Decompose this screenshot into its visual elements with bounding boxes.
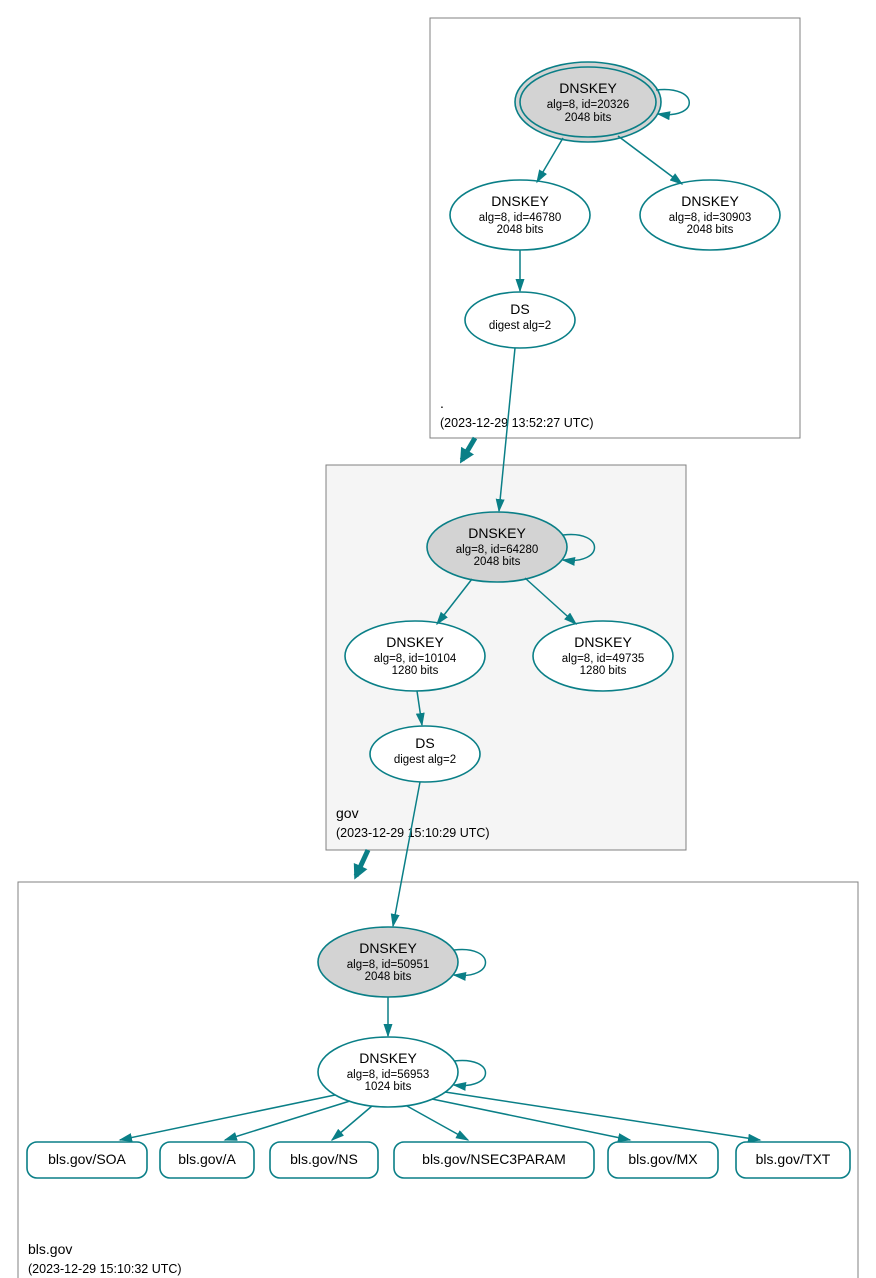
svg-text:alg=8, id=56953: alg=8, id=56953 bbox=[347, 1069, 430, 1081]
svg-text:1024 bits: 1024 bits bbox=[365, 1081, 412, 1093]
svg-text:DNSKEY: DNSKEY bbox=[491, 193, 549, 209]
svg-text:2048 bits: 2048 bits bbox=[474, 556, 521, 568]
svg-text:2048 bits: 2048 bits bbox=[687, 224, 734, 236]
svg-text:1280 bits: 1280 bits bbox=[392, 665, 439, 677]
blsgov-dnskey-bottom: DNSKEY alg=8, id=56953 1024 bits bbox=[318, 1037, 458, 1107]
svg-text:DNSKEY: DNSKEY bbox=[468, 525, 526, 541]
zone-blsgov: bls.gov (2023-12-29 15:10:32 UTC) DNSKEY… bbox=[18, 882, 858, 1278]
zone-root-label: . bbox=[440, 395, 444, 411]
gov-dnskey-left: DNSKEY alg=8, id=10104 1280 bits bbox=[345, 621, 485, 691]
svg-text:DS: DS bbox=[415, 735, 434, 751]
svg-text:digest alg=2: digest alg=2 bbox=[489, 320, 551, 332]
leaf-nsec3param: bls.gov/NSEC3PARAM bbox=[394, 1142, 594, 1178]
svg-text:DNSKEY: DNSKEY bbox=[681, 193, 739, 209]
leaf-ns: bls.gov/NS bbox=[270, 1142, 378, 1178]
svg-text:alg=8, id=20326: alg=8, id=20326 bbox=[547, 99, 630, 111]
gov-ds: DS digest alg=2 bbox=[370, 726, 480, 782]
root-ds: DS digest alg=2 bbox=[465, 292, 575, 348]
svg-text:bls.gov/NS: bls.gov/NS bbox=[290, 1151, 358, 1167]
svg-text:1280 bits: 1280 bits bbox=[580, 665, 627, 677]
leaf-txt: bls.gov/TXT bbox=[736, 1142, 850, 1178]
svg-text:alg=8, id=46780: alg=8, id=46780 bbox=[479, 212, 562, 224]
dnssec-diagram: . (2023-12-29 13:52:27 UTC) DNSKEY alg=8… bbox=[0, 0, 876, 1278]
zone-blsgov-label: bls.gov bbox=[28, 1241, 72, 1257]
svg-text:bls.gov/NSEC3PARAM: bls.gov/NSEC3PARAM bbox=[422, 1151, 566, 1167]
svg-text:bls.gov/TXT: bls.gov/TXT bbox=[756, 1151, 831, 1167]
svg-text:DNSKEY: DNSKEY bbox=[574, 634, 632, 650]
zone-gov-label: gov bbox=[336, 805, 359, 821]
svg-text:2048 bits: 2048 bits bbox=[497, 224, 544, 236]
leaf-soa: bls.gov/SOA bbox=[27, 1142, 147, 1178]
root-dnskey-top: DNSKEY alg=8, id=20326 2048 bits bbox=[515, 62, 661, 142]
svg-text:DS: DS bbox=[510, 301, 529, 317]
zone-root: . (2023-12-29 13:52:27 UTC) DNSKEY alg=8… bbox=[430, 18, 800, 438]
zone-blsgov-time: (2023-12-29 15:10:32 UTC) bbox=[28, 1262, 182, 1276]
leaf-a: bls.gov/A bbox=[160, 1142, 254, 1178]
svg-text:alg=8, id=50951: alg=8, id=50951 bbox=[347, 959, 430, 971]
svg-text:alg=8, id=10104: alg=8, id=10104 bbox=[374, 653, 457, 665]
gov-dnskey-top: DNSKEY alg=8, id=64280 2048 bits bbox=[427, 512, 567, 582]
svg-text:DNSKEY: DNSKEY bbox=[359, 940, 417, 956]
svg-text:2048 bits: 2048 bits bbox=[565, 112, 612, 124]
edge-zone-root-to-gov bbox=[462, 438, 475, 460]
zone-gov: gov (2023-12-29 15:10:29 UTC) DNSKEY alg… bbox=[326, 465, 686, 850]
svg-text:alg=8, id=49735: alg=8, id=49735 bbox=[562, 653, 645, 665]
edge-zone-gov-to-blsgov bbox=[356, 850, 368, 876]
svg-text:DNSKEY: DNSKEY bbox=[359, 1050, 417, 1066]
svg-text:DNSKEY: DNSKEY bbox=[559, 80, 617, 96]
svg-text:bls.gov/A: bls.gov/A bbox=[178, 1151, 236, 1167]
root-dnskey-left: DNSKEY alg=8, id=46780 2048 bits bbox=[450, 180, 590, 250]
svg-text:digest alg=2: digest alg=2 bbox=[394, 754, 456, 766]
blsgov-dnskey-top: DNSKEY alg=8, id=50951 2048 bits bbox=[318, 927, 458, 997]
root-dnskey-right: DNSKEY alg=8, id=30903 2048 bits bbox=[640, 180, 780, 250]
gov-dnskey-right: DNSKEY alg=8, id=49735 1280 bits bbox=[533, 621, 673, 691]
zone-gov-time: (2023-12-29 15:10:29 UTC) bbox=[336, 826, 490, 840]
svg-text:alg=8, id=64280: alg=8, id=64280 bbox=[456, 544, 539, 556]
svg-text:bls.gov/MX: bls.gov/MX bbox=[628, 1151, 698, 1167]
svg-text:bls.gov/SOA: bls.gov/SOA bbox=[48, 1151, 126, 1167]
svg-text:DNSKEY: DNSKEY bbox=[386, 634, 444, 650]
svg-text:alg=8, id=30903: alg=8, id=30903 bbox=[669, 212, 752, 224]
zone-root-time: (2023-12-29 13:52:27 UTC) bbox=[440, 416, 594, 430]
svg-text:2048 bits: 2048 bits bbox=[365, 971, 412, 983]
leaf-mx: bls.gov/MX bbox=[608, 1142, 718, 1178]
